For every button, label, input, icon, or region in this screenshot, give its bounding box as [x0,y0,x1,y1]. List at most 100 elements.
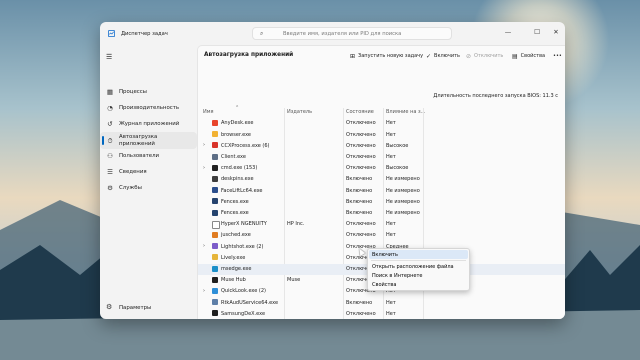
search-icon: ⌕ [260,30,264,37]
properties-icon: ▤ [512,52,518,60]
table-row[interactable]: SamsungDeX.exe Отключено Нет [198,308,565,319]
table-row[interactable]: jusched.exe Отключено Нет [198,230,565,241]
menu-item-label: Поиск в Интернете [372,272,423,279]
context-menu-open-file-location[interactable]: Открыть расположение файла [369,262,468,271]
column-header-publisher[interactable]: Издатель [287,109,312,115]
sidebar-item-processes[interactable]: ▦ Процессы [100,85,197,99]
column-header-status[interactable]: Состояние [346,109,374,115]
app-startup-impact: Не измерено [386,187,420,194]
app-icon [212,153,218,160]
column-header-impact[interactable]: Влияние на з... [386,109,425,115]
gear-icon: ⚙ [106,303,113,311]
app-name: jusched.exe [221,232,251,239]
expand-chevron-icon[interactable]: › [203,165,205,171]
app-status: Отключено [346,142,376,149]
app-startup-impact: Не измерено [386,176,420,183]
app-status: Отключено [346,221,376,228]
table-row[interactable]: Client.exe Отключено Нет [198,152,565,163]
title-bar: Диспетчер задач ⌕ Введите имя, издателя … [100,22,565,45]
menu-item-label: Включить [372,251,398,258]
sidebar-item-label: Службы [119,184,142,191]
new-task-button[interactable]: ⊞ Запустить новую задачу [350,51,423,61]
task-manager-app-icon [108,30,115,37]
app-icon [212,142,218,149]
app-name: Fences.exe [221,209,249,216]
sidebar-item-label: Производительность [119,104,180,111]
table-row[interactable]: AnyDesk.exe Отключено Нет [198,118,565,129]
check-icon: ✓ [426,52,432,60]
sidebar-item-settings[interactable]: ⚙ Параметры [100,301,197,315]
table-row[interactable]: HyperX NGENUITY HP Inc. Отключено Нет [198,219,565,230]
bios-last-boot-time: Длительность последнего запуска BIOS: 11… [433,93,558,99]
app-icon [212,209,218,216]
app-icon [212,288,218,294]
app-status: Отключено [346,153,376,160]
properties-button[interactable]: ▤ Свойства [512,51,545,61]
app-startup-impact: Нет [386,221,396,228]
context-menu-search-online[interactable]: Поиск в Интернете [369,271,468,280]
app-startup-impact: Нет [386,131,396,138]
disable-button[interactable]: ⊘ Отключить [466,51,503,61]
minimize-button[interactable]: — [501,26,515,38]
app-name: RtkAudUService64.exe [221,299,279,306]
app-status: Отключено [346,165,376,172]
app-icon [212,243,218,250]
window-title: Диспетчер задач [121,31,168,37]
app-icon [212,187,218,194]
sidebar-item-performance[interactable]: ◔ Производительность [100,101,197,115]
app-name: Client.exe [221,153,246,160]
app-startup-impact: Высокое [386,165,409,172]
enable-button[interactable]: ✓ Включить [426,51,460,61]
search-input[interactable]: ⌕ Введите имя, издателя или PID для поис… [252,27,452,40]
table-header: ⌃ Имя Издатель Состояние Влияние на з... [198,105,565,118]
performance-icon: ◔ [107,104,113,112]
column-header-name[interactable]: Имя [203,109,214,115]
app-status: Отключено [346,120,376,127]
table-row[interactable]: FaceLiftLc64.exe Включено Не измерено [198,185,565,196]
table-row[interactable]: Fences.exe Включено Не измерено [198,208,565,219]
app-name: Lightshot.exe (2) [221,243,264,250]
sidebar-item-startup-apps[interactable]: ⏱ Автозагрузка приложений [100,132,197,149]
more-options-button[interactable]: ••• [553,51,562,61]
disable-icon: ⊘ [466,52,472,60]
context-menu-properties[interactable]: Свойства [369,280,468,289]
sidebar-item-app-history[interactable]: ↺ Журнал приложений [100,117,197,131]
sort-ascending-icon: ⌃ [235,105,240,111]
expand-chevron-icon[interactable]: › [203,288,205,294]
app-status: Включено [346,187,373,194]
table-row[interactable]: browser.exe Отключено Нет [198,129,565,140]
table-row[interactable]: deskpins.exe Включено Не измерено [198,174,565,185]
sidebar-item-services[interactable]: ⚙ Службы [100,181,197,195]
table-row[interactable]: › cmd.exe (153) Отключено Высокое [198,163,565,174]
app-status: Отключено [346,310,376,317]
app-name: CCXProcess.exe (6) [221,142,270,149]
history-icon: ↺ [107,120,113,128]
app-name: deskpins.exe [221,176,254,183]
app-name: AnyDesk.exe [221,120,254,127]
app-icon [212,254,218,261]
details-icon: ☰ [107,168,113,176]
context-menu: Включить Открыть расположение файла Поис… [367,248,470,291]
services-icon: ⚙ [107,184,113,192]
expand-chevron-icon[interactable]: › [203,243,205,249]
expand-chevron-icon[interactable]: › [203,142,205,148]
hamburger-menu-icon[interactable]: ☰ [106,53,112,61]
app-startup-impact: Нет [386,120,396,127]
app-publisher: Muse [287,277,301,284]
app-status: Включено [346,299,373,306]
app-name: msedge.exe [221,265,252,272]
close-button[interactable]: ✕ [549,26,563,38]
table-row[interactable]: › CCXProcess.exe (6) Отключено Высокое [198,140,565,151]
maximize-button[interactable]: ☐ [530,26,544,38]
sidebar-item-details[interactable]: ☰ Сведения [100,165,197,179]
table-row[interactable]: RtkAudUService64.exe Включено Нет [198,297,565,308]
table-row[interactable]: Fences.exe Включено Не измерено [198,196,565,207]
app-name: HyperX NGENUITY [221,221,267,228]
context-menu-enable[interactable]: Включить [369,250,468,259]
page-title: Автозагрузка приложений [204,52,294,58]
app-icon [212,120,218,126]
sidebar-item-users[interactable]: ⚇ Пользователи [100,149,197,163]
app-name: Muse Hub [221,277,246,284]
app-startup-impact: Не измерено [386,209,420,216]
settings-label: Параметры [119,305,152,311]
